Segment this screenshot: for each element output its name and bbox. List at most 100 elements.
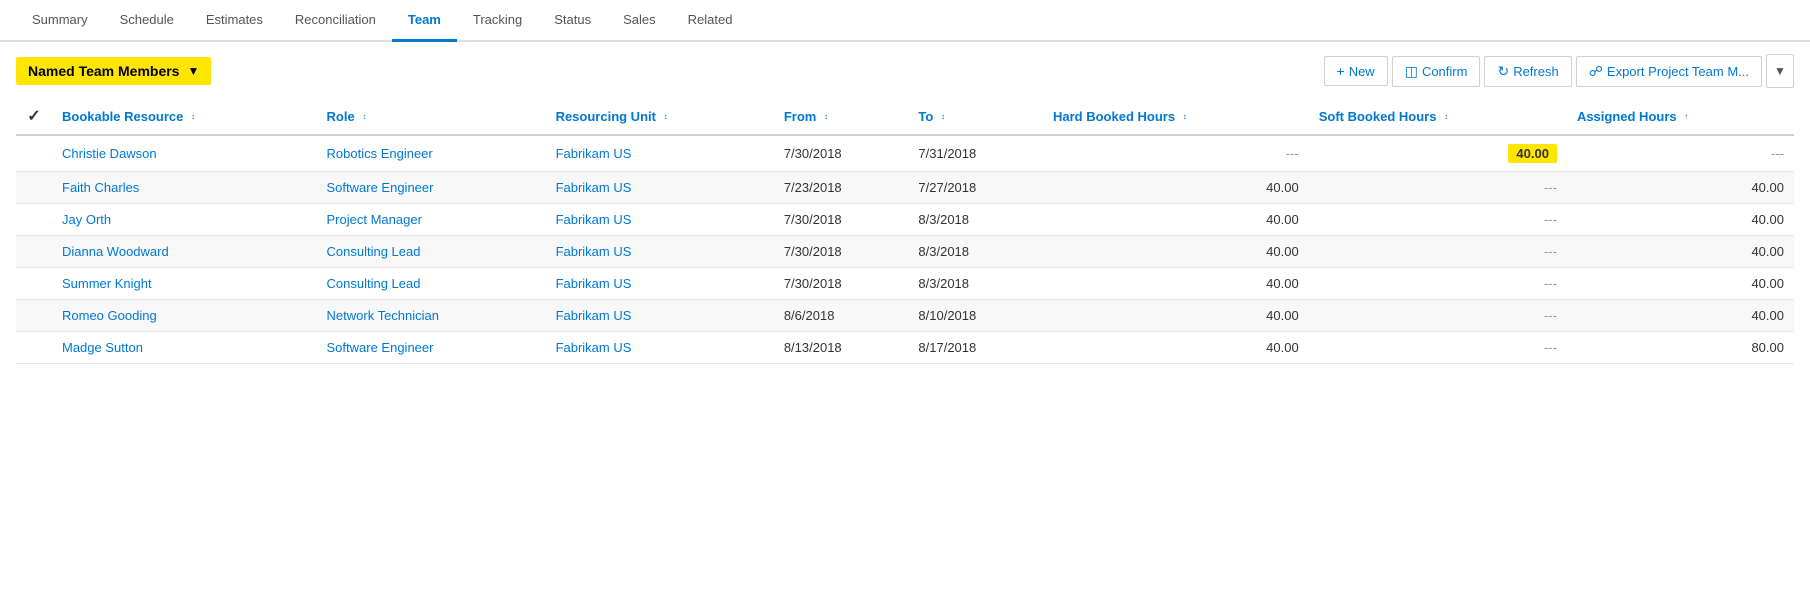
resource-link[interactable]: Christie Dawson (62, 146, 157, 161)
resource-link[interactable]: Faith Charles (62, 180, 139, 195)
resourcing-unit-link[interactable]: Fabrikam US (556, 244, 632, 259)
sort-icon: ↕ (941, 113, 945, 121)
dash-value: --- (1544, 244, 1557, 259)
nav-sales[interactable]: Sales (607, 0, 672, 42)
table-row[interactable]: Jay OrthProject ManagerFabrikam US7/30/2… (16, 204, 1794, 236)
row-checkbox[interactable] (16, 268, 52, 300)
resource-cell: Jay Orth (52, 204, 317, 236)
more-options-button[interactable]: ▼ (1766, 54, 1794, 88)
resource-link[interactable]: Summer Knight (62, 276, 152, 291)
resourcing-unit-cell: Fabrikam US (546, 300, 774, 332)
resourcing-unit-cell: Fabrikam US (546, 135, 774, 172)
from-cell: 8/6/2018 (774, 300, 909, 332)
resource-link[interactable]: Madge Sutton (62, 340, 143, 355)
role-link[interactable]: Software Engineer (327, 340, 434, 355)
soft-booked-cell: --- (1309, 236, 1567, 268)
refresh-button[interactable]: ↻ Refresh (1484, 56, 1571, 87)
section-header: Named Team Members ▼ + New ◫ Confirm ↻ R… (16, 54, 1794, 88)
resource-cell: Dianna Woodward (52, 236, 317, 268)
resource-link[interactable]: Dianna Woodward (62, 244, 169, 259)
soft-booked-cell: --- (1309, 332, 1567, 364)
resource-link[interactable]: Jay Orth (62, 212, 111, 227)
sort-icon: ↕ (824, 113, 828, 121)
table-row[interactable]: Faith Charles Software Engineer Fabrikam U… (16, 172, 1794, 204)
role-cell: Software Engineer (317, 332, 546, 364)
to-header[interactable]: To ↕ (908, 98, 1043, 135)
to-cell: 8/3/2018 (908, 268, 1043, 300)
named-team-members-button[interactable]: Named Team Members ▼ (16, 57, 211, 85)
confirm-icon: ◫ (1405, 63, 1418, 80)
sort-icon: ↕ (1183, 113, 1187, 121)
to-cell: 8/3/2018 (908, 236, 1043, 268)
table-row[interactable]: Summer KnightConsulting LeadFabrikam US7… (16, 268, 1794, 300)
from-header[interactable]: From ↕ (774, 98, 909, 135)
dash-value: --- (1544, 308, 1557, 323)
resourcing-unit-link[interactable]: Fabrikam US (556, 212, 632, 227)
resourcing-unit-cell: Fabrikam US (546, 268, 774, 300)
nav-reconciliation[interactable]: Reconciliation (279, 0, 392, 42)
dash-value: --- (1771, 146, 1784, 161)
table-row[interactable]: Madge Sutton Software Engineer Fabrikam US… (16, 332, 1794, 364)
export-button[interactable]: ☍ Export Project Team M... (1576, 56, 1762, 87)
to-cell: 8/3/2018 (908, 204, 1043, 236)
checkbox-column-header[interactable]: ✓ (16, 98, 52, 135)
assigned-hours-cell: 40.00 (1567, 268, 1794, 300)
soft-booked-hours-header[interactable]: Soft Booked Hours ↕ (1309, 98, 1567, 135)
sort-icon: ↕ (664, 113, 668, 121)
hard-booked-cell: 40.00 (1043, 172, 1309, 204)
table-row[interactable]: Dianna Woodward Consulting Lead Fabrikam U… (16, 236, 1794, 268)
assigned-hours-cell: 40.00 (1567, 300, 1794, 332)
row-checkbox[interactable] (16, 172, 52, 204)
nav-team[interactable]: Team (392, 0, 457, 42)
plus-icon: + (1337, 63, 1345, 79)
nav-summary[interactable]: Summary (16, 0, 104, 42)
main-content: Named Team Members ▼ + New ◫ Confirm ↻ R… (0, 42, 1810, 376)
bookable-resource-header[interactable]: Bookable Resource ↕ (52, 98, 317, 135)
soft-booked-cell: --- (1309, 268, 1567, 300)
refresh-icon: ↻ (1497, 63, 1509, 80)
nav-related[interactable]: Related (672, 0, 749, 42)
role-link[interactable]: Consulting Lead (327, 276, 421, 291)
table-row[interactable]: Christie Dawson Robotics Engineer Fabrikam… (16, 135, 1794, 172)
resource-cell: Christie Dawson (52, 135, 317, 172)
nav-status[interactable]: Status (538, 0, 607, 42)
assigned-hours-cell: 40.00 (1567, 236, 1794, 268)
resourcing-unit-header[interactable]: Resourcing Unit ↕ (546, 98, 774, 135)
resourcing-unit-link[interactable]: Fabrikam US (556, 146, 632, 161)
role-link[interactable]: Robotics Engineer (327, 146, 433, 161)
assigned-hours-header[interactable]: Assigned Hours ↑ (1567, 98, 1794, 135)
to-cell: 8/17/2018 (908, 332, 1043, 364)
role-cell: Consulting Lead (317, 236, 546, 268)
role-link[interactable]: Consulting Lead (327, 244, 421, 259)
resourcing-unit-link[interactable]: Fabrikam US (556, 276, 632, 291)
role-link[interactable]: Network Technician (327, 308, 439, 323)
highlighted-hours: 40.00 (1508, 144, 1557, 163)
soft-booked-cell: --- (1309, 172, 1567, 204)
chevron-down-icon: ▼ (187, 64, 199, 78)
row-checkbox[interactable] (16, 332, 52, 364)
resourcing-unit-link[interactable]: Fabrikam US (556, 340, 632, 355)
nav-tracking[interactable]: Tracking (457, 0, 538, 42)
role-link[interactable]: Software Engineer (327, 180, 434, 195)
select-all-checkbox[interactable]: ✓ (27, 108, 40, 125)
assigned-hours-cell: 40.00 (1567, 172, 1794, 204)
sort-icon: ↕ (191, 113, 195, 121)
nav-schedule[interactable]: Schedule (104, 0, 190, 42)
role-header[interactable]: Role ↕ (317, 98, 546, 135)
resourcing-unit-link[interactable]: Fabrikam US (556, 180, 632, 195)
resource-link[interactable]: Romeo Gooding (62, 308, 157, 323)
confirm-button[interactable]: ◫ Confirm (1392, 56, 1481, 87)
export-icon: ☍ (1589, 63, 1603, 80)
resourcing-unit-link[interactable]: Fabrikam US (556, 308, 632, 323)
to-cell: 7/31/2018 (908, 135, 1043, 172)
table-row[interactable]: Romeo Gooding Network Technician Fabrikam … (16, 300, 1794, 332)
nav-estimates[interactable]: Estimates (190, 0, 279, 42)
row-checkbox[interactable] (16, 236, 52, 268)
from-cell: 7/23/2018 (774, 172, 909, 204)
row-checkbox[interactable] (16, 135, 52, 172)
row-checkbox[interactable] (16, 204, 52, 236)
role-link[interactable]: Project Manager (327, 212, 422, 227)
row-checkbox[interactable] (16, 300, 52, 332)
new-button[interactable]: + New (1324, 56, 1388, 86)
hard-booked-hours-header[interactable]: Hard Booked Hours ↕ (1043, 98, 1309, 135)
